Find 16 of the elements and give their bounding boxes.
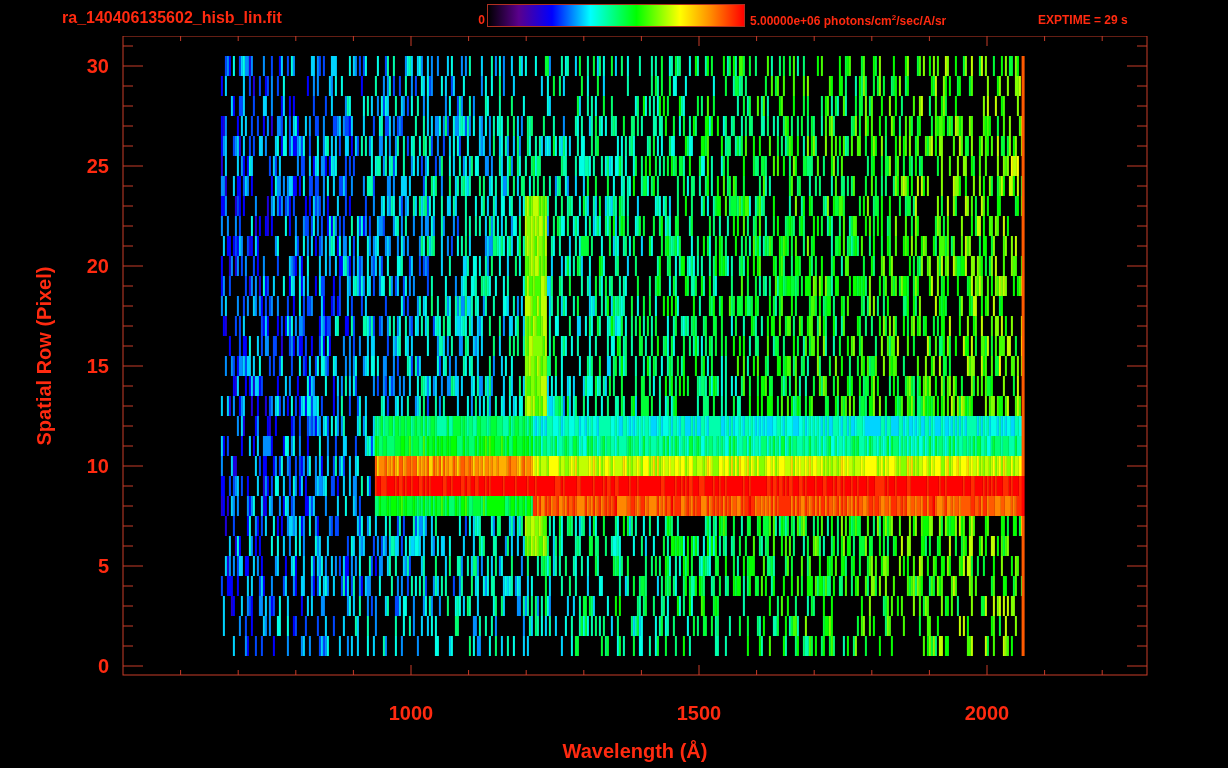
y-tick-label: 0 (97, 655, 109, 677)
y-tick-label: 10 (86, 455, 109, 477)
x-tick-label: 1000 (388, 702, 434, 724)
y-tick-label: 20 (86, 255, 109, 277)
y-tick-label: 25 (86, 155, 109, 177)
y-tick-label: 30 (86, 55, 109, 77)
exposure-time: EXPTIME = 29 s (1038, 13, 1128, 27)
file-name: ra_140406135602_hisb_lin.fit (62, 9, 283, 27)
x-axis-title: Wavelength (Å) (562, 740, 708, 762)
y-tick-label: 5 (97, 555, 109, 577)
y-axis-title: Spatial Row (Pixel) (33, 266, 55, 446)
colorbar-max-label: 5.00000e+06 photons/cm$^{2}$/sec/A/sr (750, 12, 948, 28)
colorbar-min-label: 0 (477, 13, 486, 27)
x-tick-label: 2000 (964, 702, 1010, 724)
y-tick-label: 15 (86, 355, 109, 377)
x-tick-label: 1500 (676, 702, 722, 724)
